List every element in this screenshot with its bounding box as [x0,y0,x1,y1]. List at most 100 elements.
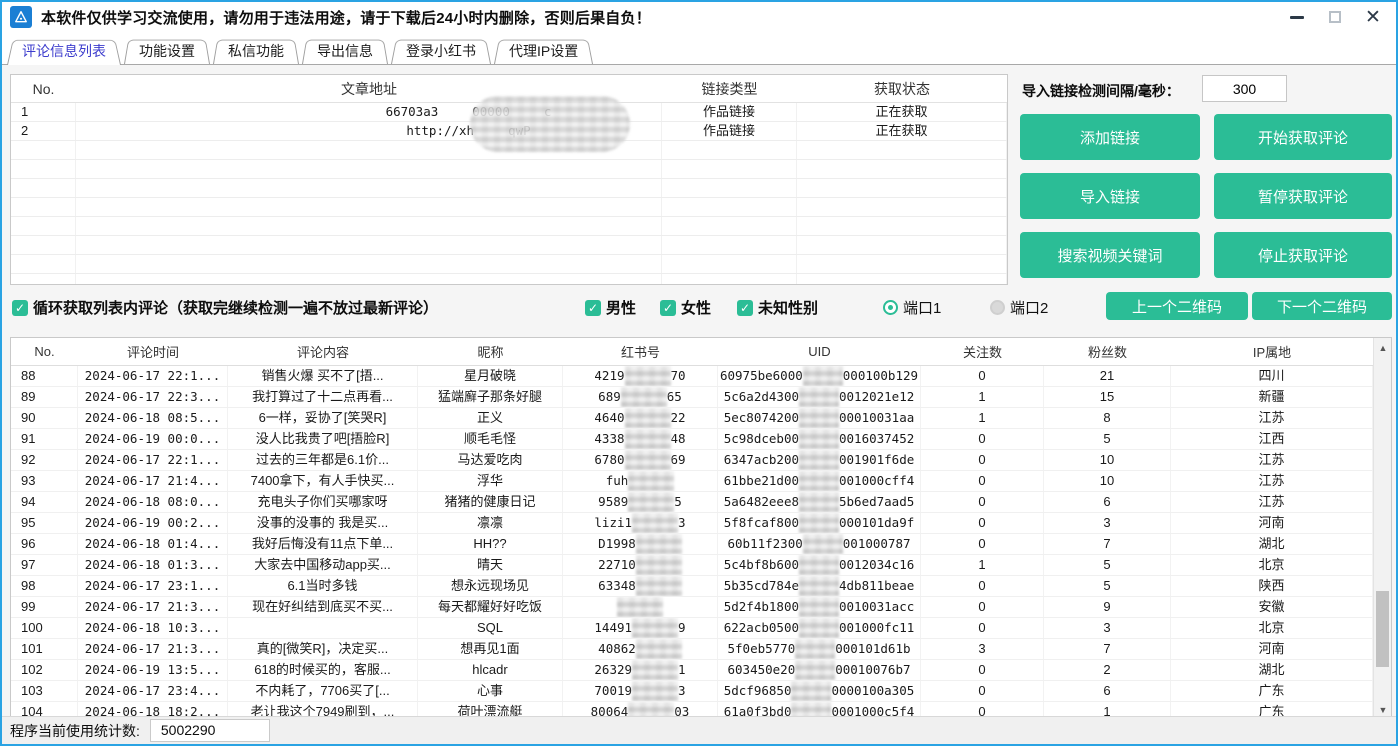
filter-bar: ✓ 循环获取列表内评论（获取完继续检测一遍不放过最新评论） ✓ 男性 ✓ 女性 … [2,290,1396,324]
prev-qrcode-button[interactable]: 上一个二维码 [1106,292,1248,320]
censor-blur [636,555,682,575]
cell-ip-region: 江苏 [1171,408,1373,428]
checkbox-checked-icon: ✓ [585,300,601,316]
cell-redbook-id: 433848 [563,429,718,449]
table-row[interactable]: 902024-06-18 08:5...6一样，妥协了[笑哭R]正义464022… [11,408,1373,429]
app-window: 本软件仅供学习交流使用，请勿用于违法用途，请于下载后24小时内删除，否则后果自负… [0,0,1398,746]
table-row[interactable]: 882024-06-17 22:1...销售火爆 买不了[捂...星月破晓421… [11,366,1373,387]
column-header-fans-count: 粉丝数 [1044,342,1171,361]
stop-fetch-comments-button[interactable]: 停止获取评论 [1214,232,1392,278]
table-row[interactable]: 892024-06-17 22:3...我打算过了十二点再看...猛端廯子那条好… [11,387,1373,408]
scroll-up-icon[interactable]: ▲ [1374,339,1392,356]
cell-fans-count: 6 [1044,681,1171,701]
column-header-ip-region: IP属地 [1171,342,1373,361]
window-title: 本软件仅供学习交流使用，请勿用于违法用途，请于下载后24小时内删除，否则后果自负… [41,7,651,28]
cell-no: 90 [11,408,78,428]
maximize-icon[interactable] [1324,6,1346,28]
table-row[interactable]: 932024-06-17 21:4...7400拿下，有人手快买...浮华fuh… [11,471,1373,492]
cell-nickname: 晴天 [418,555,563,575]
port2-label: 端口2 [1010,297,1048,318]
column-header-link-type: 链接类型 [662,79,797,99]
censor-blur [799,450,839,470]
cell-uid: 61bbe21d00001000cff4 [718,471,921,491]
port2-radio[interactable]: 端口2 [990,297,1048,318]
comment-table-header: No. 评论时间 评论内容 昵称 红书号 UID 关注数 粉丝数 IP属地 [11,338,1373,366]
cell-ip-region: 江西 [1171,429,1373,449]
tab-label: 代理IP设置 [509,41,578,61]
cell-ip-region: 四川 [1171,366,1373,386]
censor-blur [632,513,678,533]
cell-follow-count: 0 [921,597,1044,617]
scrollbar[interactable]: ▲ ▼ [1373,338,1391,719]
table-row[interactable]: 1012024-06-17 21:3...真的[微笑R]，决定买...想再见1面… [11,639,1373,660]
cell-no: 91 [11,429,78,449]
cell-ip-region: 河南 [1171,639,1373,659]
cell-nickname: HH?? [418,534,563,554]
censor-blur [621,387,667,407]
cell-uid: 622acb0500001000fc11 [718,618,921,638]
close-icon[interactable]: ✕ [1362,6,1384,28]
cell-follow-count: 1 [921,555,1044,575]
cell-ip-region: 陕西 [1171,576,1373,596]
cell-follow-count: 1 [921,387,1044,407]
female-label: 女性 [681,297,711,318]
next-qrcode-button[interactable]: 下一个二维码 [1252,292,1392,320]
start-fetch-comments-button[interactable]: 开始获取评论 [1214,114,1392,160]
table-row[interactable]: 942024-06-18 08:0...充电头子你们买哪家呀猪猪的健康日记958… [11,492,1373,513]
male-label: 男性 [606,297,636,318]
port1-radio[interactable]: 端口1 [883,297,941,318]
radio-unselected-icon [990,300,1005,315]
tab-function-settings[interactable]: 功能设置 [124,37,210,64]
cell-follow-count: 0 [921,681,1044,701]
column-header-no: No. [11,344,78,359]
table-row[interactable]: 922024-06-17 22:1...过去的三年都是6.1价...马达爱吃肉6… [11,450,1373,471]
minimize-icon[interactable] [1286,6,1308,28]
cell-follow-count: 0 [921,429,1044,449]
cell-follow-count: 1 [921,408,1044,428]
interval-input[interactable] [1202,75,1287,102]
table-row[interactable]: 952024-06-19 00:2...没事的没事的 我是买...凛凛lizi1… [11,513,1373,534]
cell-ip-region: 北京 [1171,618,1373,638]
table-row[interactable]: 1022024-06-19 13:5...618的时候买的，客服...hlcad… [11,660,1373,681]
search-video-keyword-button[interactable]: 搜索视频关键词 [1020,232,1200,278]
status-label: 程序当前使用统计数: [10,721,140,741]
table-row[interactable]: 1032024-06-17 23:4...不内耗了，7706买了[...心事70… [11,681,1373,702]
tab-comment-list[interactable]: 评论信息列表 [7,37,121,64]
cell-redbook-id: 63348 [563,576,718,596]
table-row[interactable]: 982024-06-17 23:1...6.1当时多钱想永远现场见633485b… [11,576,1373,597]
tab-export-info[interactable]: 导出信息 [302,37,388,64]
interval-label: 导入链接检测间隔/毫秒： [1022,81,1180,101]
cell-comment-time: 2024-06-18 10:3... [78,618,228,638]
cell-redbook-id: 40862 [563,639,718,659]
cell-redbook-id: fuh [563,471,718,491]
table-row[interactable]: 972024-06-18 01:3...大家去中国移动app买...晴天2271… [11,555,1373,576]
male-checkbox[interactable]: ✓ 男性 [585,297,636,318]
pause-fetch-comments-button[interactable]: 暂停获取评论 [1214,173,1392,219]
loop-fetch-label: 循环获取列表内评论（获取完继续检测一遍不放过最新评论） [33,297,438,318]
scrollbar-thumb[interactable] [1376,591,1389,667]
cell-comment-content: 销售火爆 买不了[捂... [228,366,418,386]
cell-no: 99 [11,597,78,617]
tab-private-message[interactable]: 私信功能 [213,37,299,64]
unknown-gender-checkbox[interactable]: ✓ 未知性别 [737,297,818,318]
table-row[interactable]: 962024-06-18 01:4...我好后悔没有11点下单...HH??D1… [11,534,1373,555]
import-links-button[interactable]: 导入链接 [1020,173,1200,219]
unknown-gender-label: 未知性别 [758,297,818,318]
add-link-button[interactable]: 添加链接 [1020,114,1200,160]
cell-comment-time: 2024-06-18 01:4... [78,534,228,554]
cell-redbook-id: 144919 [563,618,718,638]
cell-uid: 5c4bf8b6000012034c16 [718,555,921,575]
tab-label: 导出信息 [317,41,373,61]
table-row-empty [11,217,1007,236]
censor-blur [795,660,835,680]
cell-comment-time: 2024-06-17 22:1... [78,366,228,386]
cell-ip-region: 新疆 [1171,387,1373,407]
table-row[interactable]: 1002024-06-18 10:3...SQL144919622acb0500… [11,618,1373,639]
tab-login-xiaohongshu[interactable]: 登录小红书 [391,37,491,64]
loop-fetch-checkbox[interactable]: ✓ 循环获取列表内评论（获取完继续检测一遍不放过最新评论） [12,297,438,318]
table-row[interactable]: 992024-06-17 21:3...现在好纠结到底买不买...每天都耀好好吃… [11,597,1373,618]
female-checkbox[interactable]: ✓ 女性 [660,297,711,318]
tab-proxy-ip-settings[interactable]: 代理IP设置 [494,37,593,64]
cell-ip-region: 湖北 [1171,660,1373,680]
table-row[interactable]: 912024-06-19 00:0...没人比我贵了吧[捂脸R]顺毛毛怪4338… [11,429,1373,450]
